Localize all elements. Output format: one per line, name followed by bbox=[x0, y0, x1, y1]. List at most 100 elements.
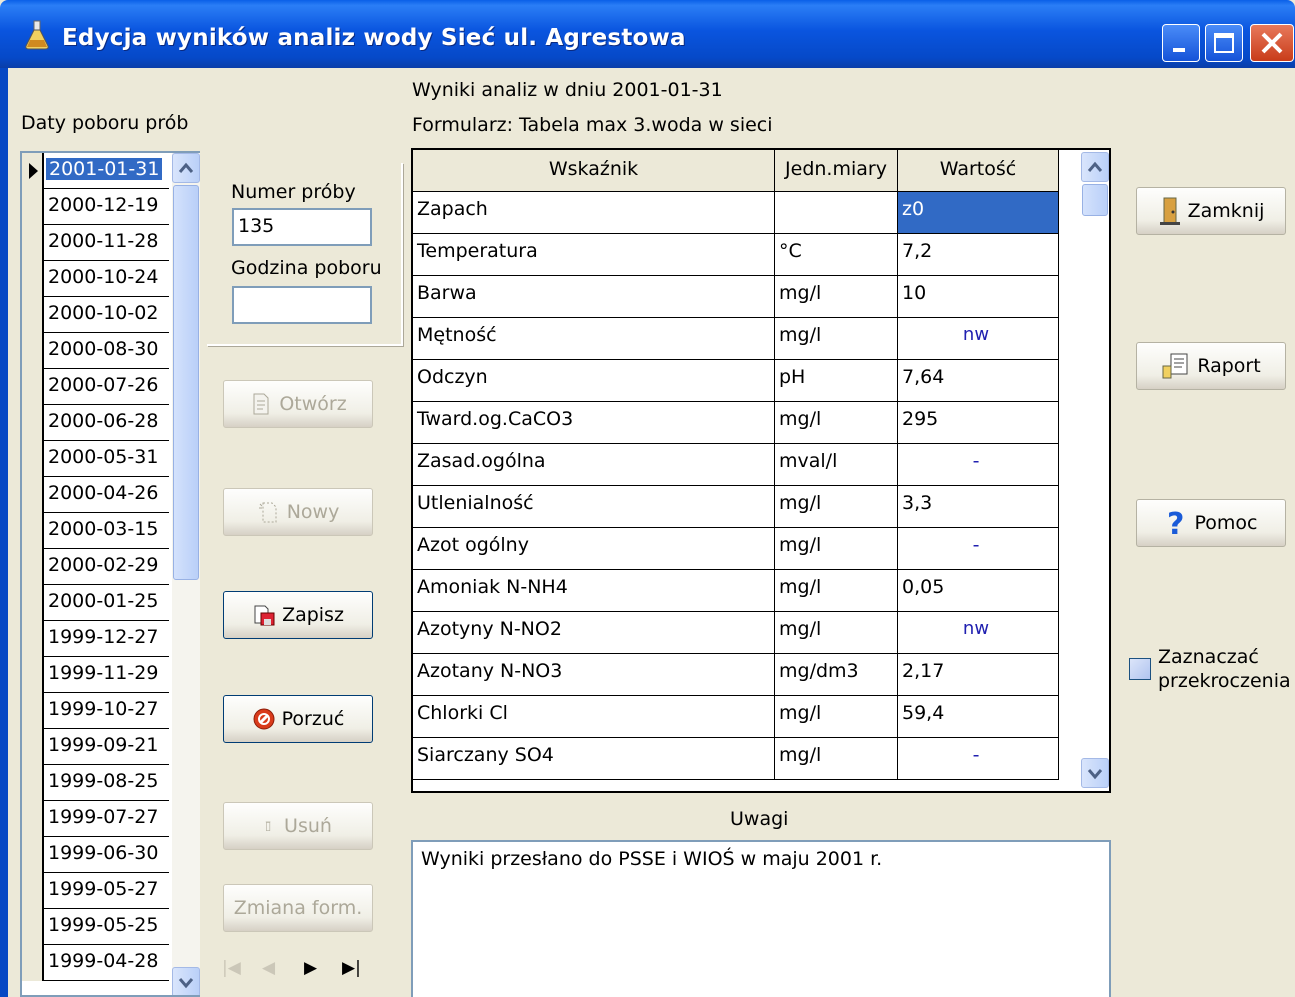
date-row[interactable]: 2000-01-25 bbox=[22, 585, 169, 621]
column-header-value[interactable]: Wartość bbox=[898, 150, 1059, 192]
title-bar[interactable]: Edycja wyników analiz wody Sieć ul. Agre… bbox=[0, 0, 1295, 68]
unit-cell[interactable] bbox=[775, 192, 898, 234]
next-record-icon[interactable]: ▶ bbox=[304, 958, 317, 978]
date-row[interactable]: 2000-08-30 bbox=[22, 333, 169, 369]
last-record-icon[interactable]: ▶| bbox=[342, 958, 361, 978]
date-row[interactable]: 2000-10-24 bbox=[22, 261, 169, 297]
value-cell[interactable]: 0,05 bbox=[898, 570, 1059, 612]
unit-cell[interactable]: mg/l bbox=[775, 528, 898, 570]
unit-cell[interactable]: mg/l bbox=[775, 738, 898, 780]
grid-scroll-down-button[interactable] bbox=[1081, 758, 1109, 788]
report-button[interactable]: Raport bbox=[1136, 342, 1286, 390]
unit-cell[interactable]: mg/l bbox=[775, 696, 898, 738]
date-row[interactable]: 2000-02-29 bbox=[22, 549, 169, 585]
save-label: Zapisz bbox=[282, 604, 344, 626]
close-button[interactable]: Zamknij bbox=[1136, 187, 1286, 235]
indicator-cell[interactable]: Zasad.ogólna bbox=[413, 444, 775, 486]
open-button[interactable]: Otwórz bbox=[223, 380, 373, 428]
date-row[interactable]: 2000-06-28 bbox=[22, 405, 169, 441]
close-window-button[interactable] bbox=[1250, 24, 1294, 62]
indicator-cell[interactable]: Siarczany SO4 bbox=[413, 738, 775, 780]
unit-cell[interactable]: mg/l bbox=[775, 318, 898, 360]
column-header-indicator[interactable]: Wskaźnik bbox=[413, 150, 775, 192]
value-cell[interactable]: z0 bbox=[898, 192, 1059, 234]
unit-cell[interactable]: mg/l bbox=[775, 612, 898, 654]
unit-cell[interactable]: mg/l bbox=[775, 570, 898, 612]
help-button[interactable]: ? Pomoc bbox=[1136, 499, 1286, 547]
discard-button[interactable]: Porzuć bbox=[223, 695, 373, 743]
indicator-cell[interactable]: Utlenialność bbox=[413, 486, 775, 528]
scroll-thumb[interactable] bbox=[173, 185, 199, 580]
unit-cell[interactable]: mg/l bbox=[775, 486, 898, 528]
indicator-cell[interactable]: Azot ogólny bbox=[413, 528, 775, 570]
date-row[interactable]: 1999-08-25 bbox=[22, 765, 169, 801]
indicator-cell[interactable]: Odczyn bbox=[413, 360, 775, 402]
date-row[interactable]: 2000-10-02 bbox=[22, 297, 169, 333]
unit-cell[interactable]: °C bbox=[775, 234, 898, 276]
first-record-icon[interactable]: |◀ bbox=[222, 958, 241, 978]
scroll-up-button[interactable] bbox=[172, 153, 200, 183]
minimize-button[interactable] bbox=[1162, 24, 1200, 62]
indicator-cell[interactable]: Azotany N-NO3 bbox=[413, 654, 775, 696]
indicator-cell[interactable]: Temperatura bbox=[413, 234, 775, 276]
date-row[interactable]: 1999-06-30 bbox=[22, 837, 169, 873]
value-cell[interactable]: 295 bbox=[898, 402, 1059, 444]
date-row[interactable]: 1999-05-25 bbox=[22, 909, 169, 945]
value-cell[interactable]: - bbox=[898, 528, 1059, 570]
unit-cell[interactable]: pH bbox=[775, 360, 898, 402]
unit-cell[interactable]: mg/l bbox=[775, 402, 898, 444]
value-cell[interactable]: 59,4 bbox=[898, 696, 1059, 738]
indicator-cell[interactable]: Barwa bbox=[413, 276, 775, 318]
change-form-button[interactable]: Zmiana form. bbox=[223, 884, 373, 932]
new-button[interactable]: Nowy bbox=[223, 488, 373, 536]
sample-number-field[interactable]: 135 bbox=[232, 208, 372, 246]
value-cell[interactable]: - bbox=[898, 738, 1059, 780]
dates-scrollbar[interactable] bbox=[172, 153, 200, 995]
save-button[interactable]: Zapisz bbox=[223, 591, 373, 639]
value-cell[interactable]: nw bbox=[898, 612, 1059, 654]
date-row[interactable]: 1999-09-21 bbox=[22, 729, 169, 765]
notes-field[interactable]: Wyniki przesłano do PSSE i WIOŚ w maju 2… bbox=[411, 840, 1111, 997]
value-cell[interactable]: 7,64 bbox=[898, 360, 1059, 402]
dates-list[interactable]: 1999-04-28 1999-05-25 1999-05-27 1999-06-30… bbox=[20, 151, 200, 997]
maximize-button[interactable] bbox=[1205, 24, 1243, 62]
unit-cell[interactable]: mg/l bbox=[775, 276, 898, 318]
indicator-cell[interactable]: Mętność bbox=[413, 318, 775, 360]
indicator-cell[interactable]: Amoniak N-NH4 bbox=[413, 570, 775, 612]
value-cell[interactable]: 7,2 bbox=[898, 234, 1059, 276]
value-cell[interactable]: - bbox=[898, 444, 1059, 486]
value-cell[interactable]: 10 bbox=[898, 276, 1059, 318]
date-row[interactable]: 1999-11-29 bbox=[22, 657, 169, 693]
unit-cell[interactable]: mg/dm3 bbox=[775, 654, 898, 696]
grid-scroll-up-button[interactable] bbox=[1081, 152, 1109, 182]
date-row[interactable]: 1999-10-27 bbox=[22, 693, 169, 729]
date-row[interactable]: 2000-03-15 bbox=[22, 513, 169, 549]
scroll-down-button[interactable] bbox=[172, 967, 200, 995]
date-row[interactable]: 2000-04-26 bbox=[22, 477, 169, 513]
date-row[interactable]: 1999-05-27 bbox=[22, 873, 169, 909]
date-row[interactable]: 1999-12-27 bbox=[22, 621, 169, 657]
date-row[interactable]: 2001-01-31 bbox=[22, 153, 169, 189]
results-grid[interactable]: Wskaźnik Jedn.miary Wartość Zapach z0 Temp… bbox=[411, 148, 1111, 793]
date-row[interactable]: 2000-07-26 bbox=[22, 369, 169, 405]
date-row[interactable]: 2000-11-28 bbox=[22, 225, 169, 261]
sample-time-field[interactable] bbox=[232, 286, 372, 324]
value-cell[interactable]: 3,3 bbox=[898, 486, 1059, 528]
value-cell[interactable]: 2,17 bbox=[898, 654, 1059, 696]
delete-button[interactable]: Usuń bbox=[223, 802, 373, 850]
column-header-unit[interactable]: Jedn.miary bbox=[775, 150, 898, 192]
date-row[interactable]: 2000-05-31 bbox=[22, 441, 169, 477]
grid-scrollbar[interactable] bbox=[1081, 150, 1109, 791]
date-row[interactable]: 1999-04-28 bbox=[22, 945, 169, 981]
prev-record-icon[interactable]: ◀ bbox=[262, 958, 275, 978]
indicator-cell[interactable]: Azotyny N-NO2 bbox=[413, 612, 775, 654]
date-row[interactable]: 2000-12-19 bbox=[22, 189, 169, 225]
unit-cell[interactable]: mval/l bbox=[775, 444, 898, 486]
value-cell[interactable]: nw bbox=[898, 318, 1059, 360]
grid-scroll-thumb[interactable] bbox=[1082, 184, 1108, 216]
mark-exceed-checkbox[interactable] bbox=[1129, 658, 1151, 680]
indicator-cell[interactable]: Chlorki Cl bbox=[413, 696, 775, 738]
indicator-cell[interactable]: Zapach bbox=[413, 192, 775, 234]
date-row[interactable]: 1999-07-27 bbox=[22, 801, 169, 837]
indicator-cell[interactable]: Tward.og.CaCO3 bbox=[413, 402, 775, 444]
